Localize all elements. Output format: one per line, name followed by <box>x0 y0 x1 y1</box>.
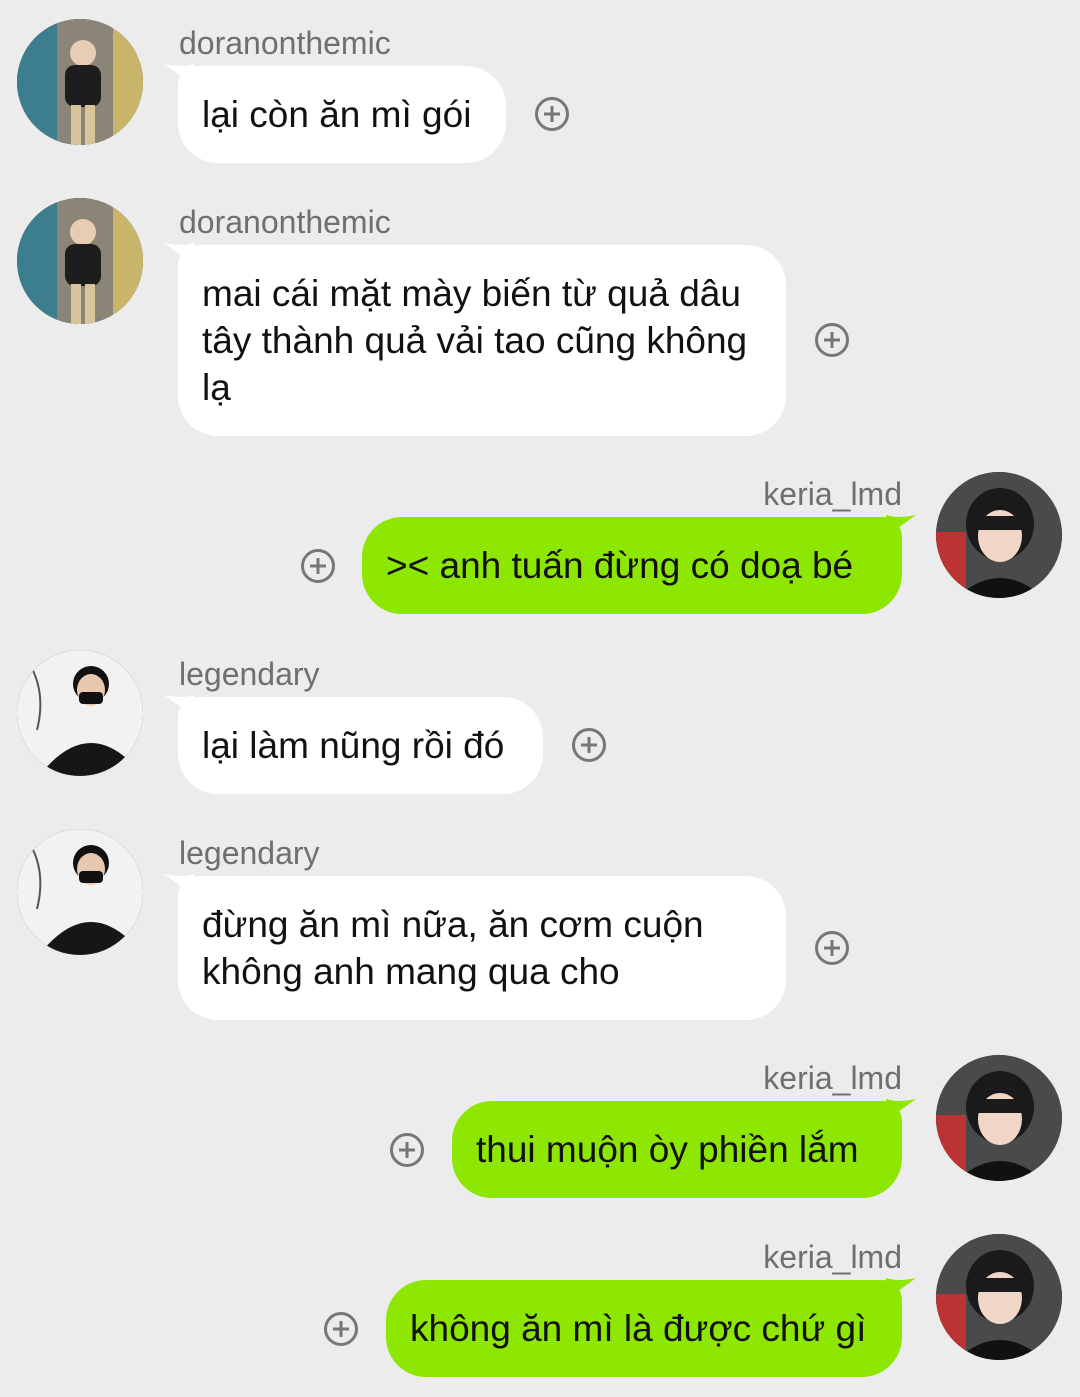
message-bubble[interactable]: mai cái mặt mày biến từ quả dâu tây thàn… <box>178 245 786 436</box>
doran-avatar[interactable] <box>17 19 143 145</box>
message-bubble[interactable]: >< anh tuấn đừng có doạ bé <box>362 517 902 614</box>
plus-circle-icon[interactable] <box>301 549 335 583</box>
plus-circle-icon[interactable] <box>390 1133 424 1167</box>
sender-name: keria_lmd <box>763 1239 902 1275</box>
message-bubble[interactable]: thui muộn òy phiền lắm <box>452 1101 902 1198</box>
plus-circle-icon[interactable] <box>815 931 849 965</box>
legendary-avatar[interactable] <box>17 829 143 955</box>
doran-avatar[interactable] <box>17 198 143 324</box>
plus-circle-icon[interactable] <box>324 1312 358 1346</box>
sender-name: doranonthemic <box>179 25 391 61</box>
plus-circle-icon[interactable] <box>535 97 569 131</box>
message-bubble[interactable]: đừng ăn mì nữa, ăn cơm cuộn không anh ma… <box>178 876 786 1020</box>
plus-circle-icon[interactable] <box>815 323 849 357</box>
keria-avatar[interactable] <box>936 1234 1062 1360</box>
plus-circle-icon[interactable] <box>572 728 606 762</box>
sender-name: legendary <box>179 656 320 692</box>
sender-name: doranonthemic <box>179 204 391 240</box>
legendary-avatar[interactable] <box>17 650 143 776</box>
keria-avatar[interactable] <box>936 472 1062 598</box>
sender-name: legendary <box>179 835 320 871</box>
sender-name: keria_lmd <box>763 1060 902 1096</box>
message-bubble[interactable]: không ăn mì là được chứ gì <box>386 1280 902 1377</box>
message-bubble[interactable]: lại làm nũng rồi đó <box>178 697 543 794</box>
sender-name: keria_lmd <box>763 476 902 512</box>
keria-avatar[interactable] <box>936 1055 1062 1181</box>
message-bubble[interactable]: lại còn ăn mì gói <box>178 66 506 163</box>
